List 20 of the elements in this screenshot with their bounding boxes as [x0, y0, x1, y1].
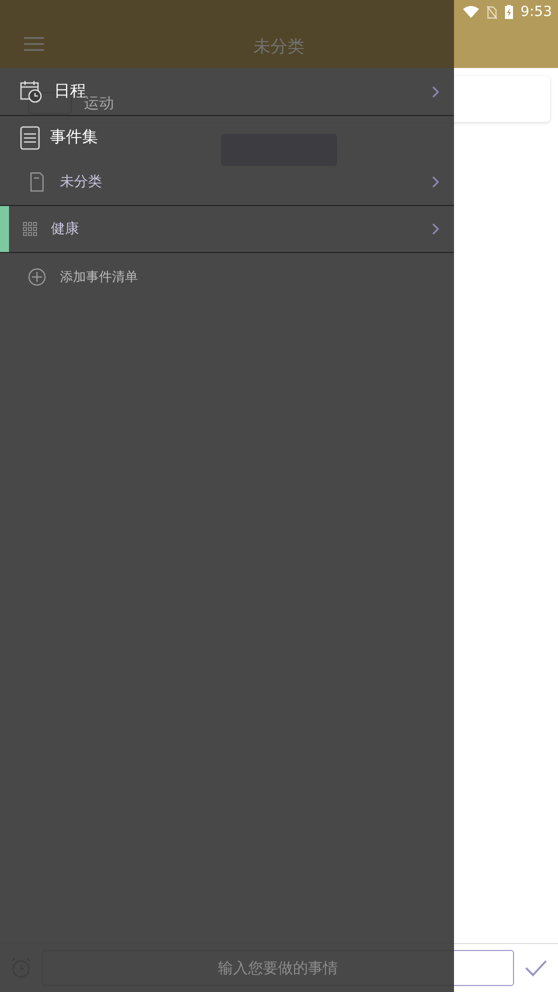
drawer-list-item[interactable]: 未分类 [60, 173, 102, 191]
document-icon [20, 126, 40, 150]
plus-circle-icon [28, 268, 46, 286]
add-list-label[interactable]: 添加事件清单 [60, 268, 138, 286]
chevron-icon [432, 86, 440, 98]
page-icon [30, 172, 44, 192]
calendar-clock-icon [20, 80, 44, 104]
task-title: 运动 [84, 94, 114, 112]
drawer-section-item[interactable]: 日程 [54, 81, 86, 102]
check-icon[interactable] [524, 958, 548, 978]
chevron-icon [432, 176, 440, 188]
app-title: 未分类 [254, 36, 304, 58]
status-time: 9:53 [520, 4, 552, 20]
chevron-icon [432, 223, 440, 235]
no-sim-icon [486, 6, 497, 18]
grid-icon [23, 222, 37, 236]
wifi-icon [462, 6, 479, 18]
drawer-list-item[interactable]: 健康 [51, 220, 79, 238]
battery-charging-icon [504, 5, 513, 19]
drawer-section-item[interactable]: 事件集 [50, 127, 98, 148]
